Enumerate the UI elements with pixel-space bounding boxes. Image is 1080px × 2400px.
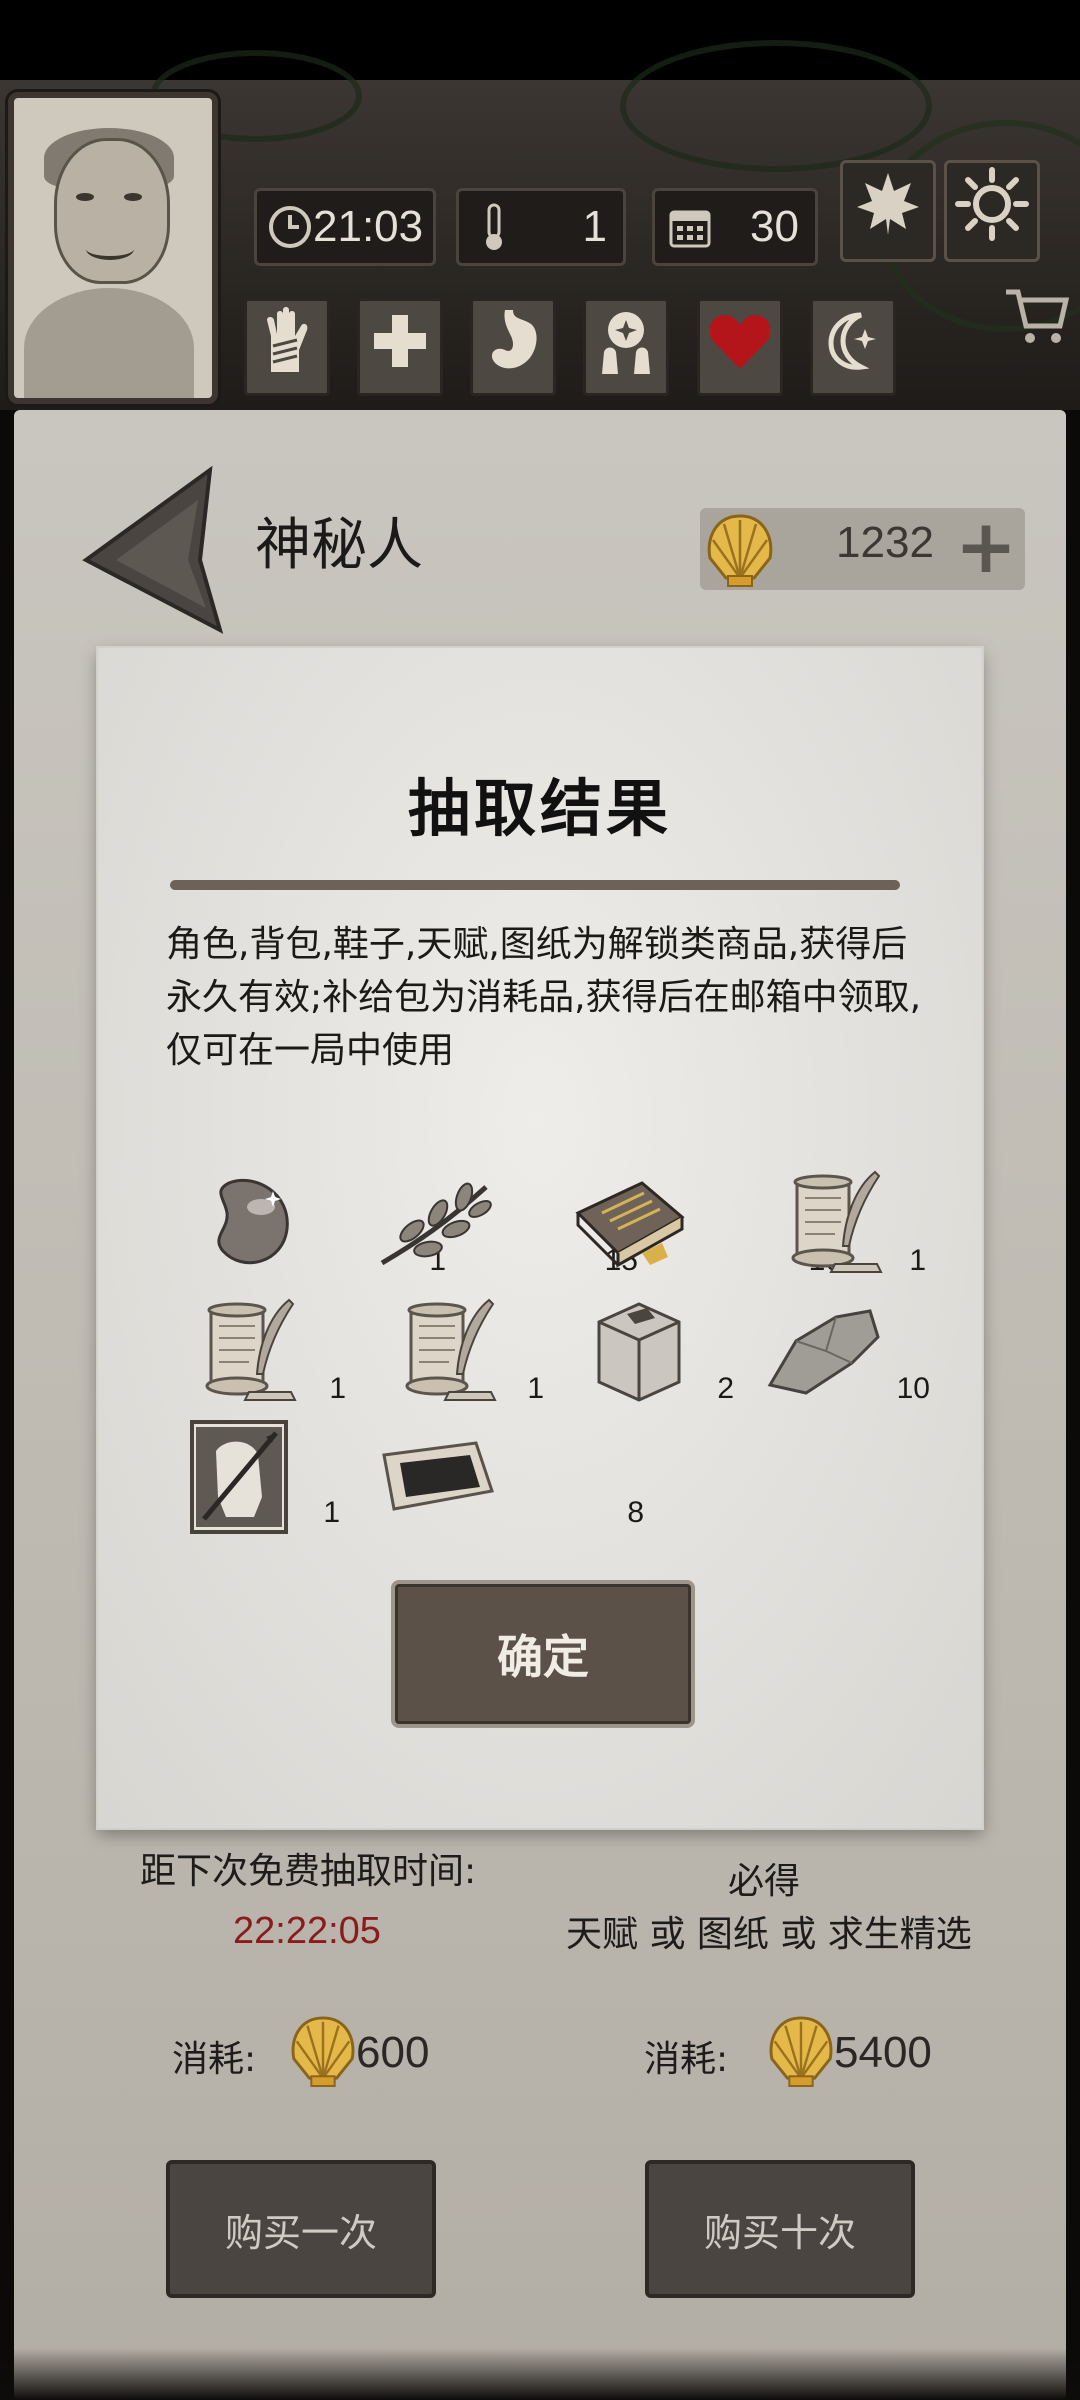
reward-count: 1 — [909, 1244, 926, 1277]
ten-cost-label: 消耗: — [644, 2039, 729, 2080]
scroll-quill-icon — [780, 1168, 890, 1278]
sleep-button[interactable] — [810, 298, 896, 396]
single-cost-label: 消耗: — [172, 2039, 257, 2080]
back-button[interactable] — [80, 460, 230, 640]
stone-icon — [766, 1296, 882, 1406]
clock-icon — [267, 202, 313, 252]
single-cost-value: 600 — [356, 2028, 430, 2077]
hunger-button[interactable] — [470, 298, 556, 396]
reward-item: 8 — [378, 1420, 644, 1530]
page-title: 神秘人 — [255, 513, 423, 578]
moon-star-icon — [821, 309, 885, 386]
guarantee-text: 天赋 或 图纸 或 求生精选 — [566, 1914, 972, 1955]
heart-button[interactable] — [697, 298, 783, 396]
bean-icon — [194, 1168, 304, 1278]
reward-count: 1 — [329, 1372, 346, 1405]
dialog-description: 角色,背包,鞋子,天赋,图纸为解锁类商品,获得后永久有效;补给包为消耗品,获得后… — [166, 924, 922, 1071]
book-icon — [572, 1168, 688, 1278]
thermometer-icon — [469, 202, 519, 252]
sun-icon — [954, 166, 1030, 256]
shell-coin-icon — [769, 2016, 833, 2087]
sanity-button[interactable] — [583, 298, 669, 396]
maple-leaf-icon — [853, 169, 923, 253]
shell-coin-icon — [707, 514, 773, 587]
weather-button[interactable] — [944, 160, 1040, 262]
bandaged-hand-icon — [259, 306, 315, 389]
injury-button[interactable] — [244, 298, 330, 396]
clock-stat: 21:03 — [254, 188, 436, 266]
buy-ten-button[interactable]: 购买十次 — [645, 2160, 915, 2298]
reward-count: 1 — [527, 1372, 544, 1405]
reward-item: 2 — [584, 1296, 734, 1406]
calendar-icon — [665, 202, 715, 252]
time-value: 21:03 — [313, 202, 424, 251]
divider — [170, 880, 900, 890]
coin-balance: 1232 + — [700, 508, 1025, 590]
health-button[interactable] — [357, 298, 443, 396]
confirm-button[interactable]: 确定 — [391, 1580, 695, 1728]
day-stat: 30 — [652, 188, 818, 266]
reward-count: 2 — [717, 1372, 734, 1405]
shell-coin-icon — [291, 2016, 355, 2087]
free-draw-label: 距下次免费抽取时间: — [140, 1851, 477, 1892]
free-draw-timer: 22:22:05 — [233, 1910, 381, 1952]
reward-item: 1 — [394, 1296, 544, 1406]
charcoal-icon — [378, 1420, 496, 1530]
draw-result-dialog: 抽取结果 角色,背包,鞋子,天赋,图纸为解锁类商品,获得后永久有效;补给包为消耗… — [98, 648, 982, 1828]
plus-icon — [370, 311, 430, 384]
temperature-stat: 1 — [456, 188, 626, 266]
scroll-quill-icon — [394, 1296, 504, 1406]
bottom-shadow — [0, 2348, 1080, 2400]
reward-count: 8 — [627, 1496, 644, 1529]
box-icon — [584, 1296, 694, 1406]
stomach-icon — [483, 306, 543, 389]
coin-amount: 1232 — [836, 518, 934, 567]
temperature-value: 1 — [582, 202, 607, 251]
system-status-bar — [0, 0, 1080, 80]
reward-item: 1 — [780, 1168, 926, 1278]
reward-item: 10 — [766, 1296, 930, 1406]
add-coins-button[interactable]: + — [955, 510, 1017, 584]
reward-count: 10 — [896, 1372, 930, 1405]
spear-talent-icon[interactable] — [190, 1420, 288, 1534]
buy-once-button[interactable]: 购买一次 — [166, 2160, 436, 2298]
ten-cost-value: 5400 — [834, 2028, 932, 2077]
character-portrait[interactable] — [8, 92, 218, 404]
cart-icon[interactable] — [1004, 286, 1070, 352]
dialog-title: 抽取结果 — [407, 772, 672, 845]
season-button[interactable] — [840, 160, 936, 262]
day-value: 30 — [750, 202, 799, 251]
scroll-quill-icon — [194, 1296, 304, 1406]
herb-branch-icon — [376, 1168, 496, 1278]
guarantee-title: 必得 — [728, 1861, 801, 1902]
mind-icon — [596, 306, 656, 389]
heart-icon — [707, 311, 773, 384]
reward-count: 1 — [323, 1496, 340, 1529]
